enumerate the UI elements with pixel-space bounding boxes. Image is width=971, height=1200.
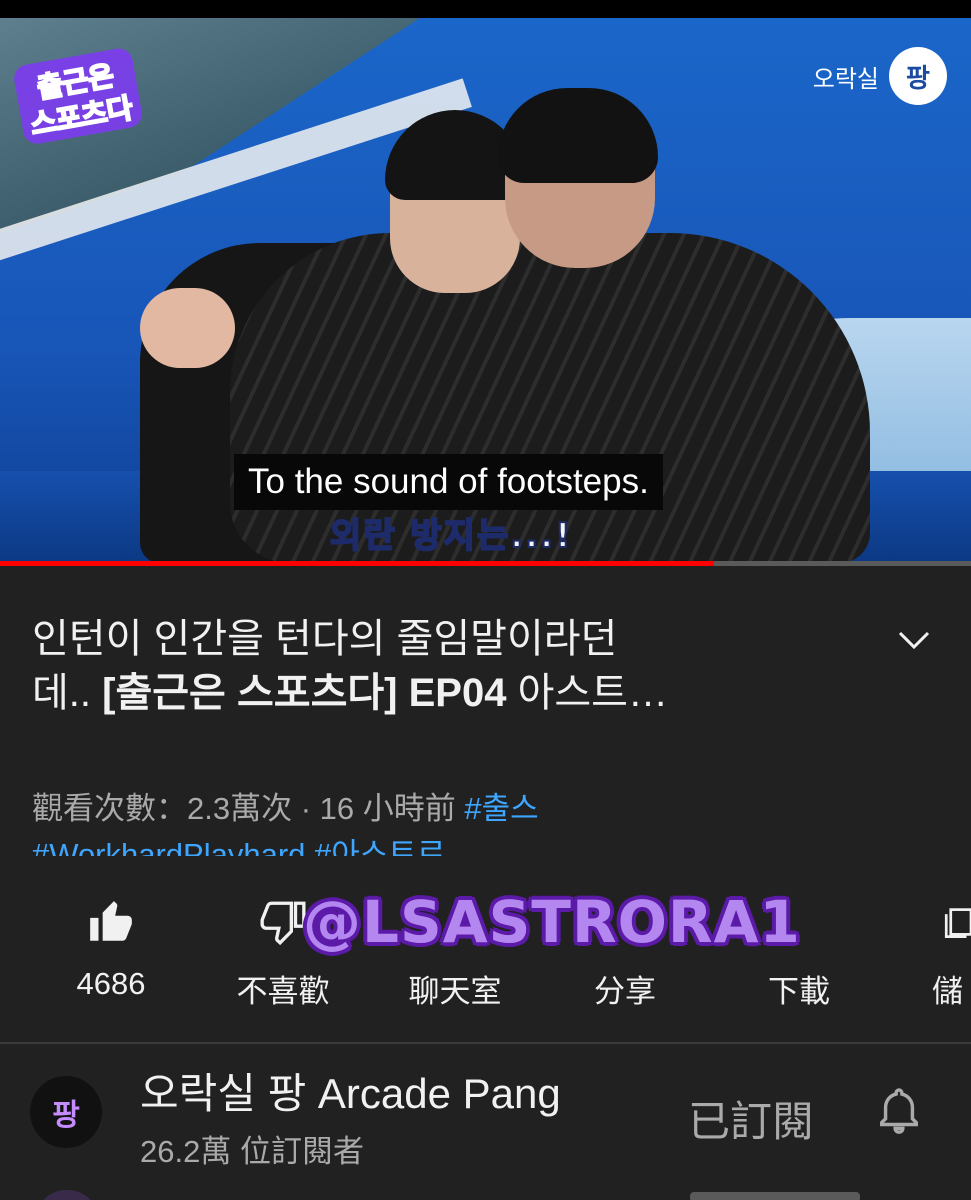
download-label: 下載 — [768, 974, 830, 1009]
video-title-line2-bold: [출근은 스포츠다] EP04 — [102, 671, 507, 715]
share-label: 分享 — [594, 974, 656, 1009]
like-button[interactable]: 4686 — [26, 892, 196, 1002]
subscriber-count: 26.2萬 位訂閱者 — [140, 1134, 364, 1169]
thumbs-up-icon — [90, 901, 132, 941]
channel-row[interactable]: 팡 오락실 팡 Arcade Pang 26.2萬 位訂閱者 已訂閱 — [0, 1046, 971, 1176]
watermark-overlay: @LSASTRORA1 — [303, 888, 801, 956]
like-count: 4686 — [76, 966, 146, 1001]
hashtag-1[interactable]: #출스 — [464, 791, 538, 826]
chat-label: 聊天室 — [408, 974, 502, 1009]
subscribed-button[interactable]: 已訂閱 — [688, 1088, 814, 1149]
next-item-avatar — [36, 1190, 98, 1200]
meta-separator: · — [292, 791, 320, 826]
save-label: 儲 — [932, 974, 963, 1009]
video-progress-bar[interactable] — [0, 561, 971, 566]
video-title-line1: 인턴이 인간을 턴다의 줄임말이라던 — [32, 617, 618, 661]
person-right-hair — [498, 88, 658, 183]
channel-avatar[interactable]: 팡 — [30, 1076, 102, 1148]
video-player[interactable]: 출근은 스포츠다 오락실 팡 외란 방지는...! To the sound o… — [0, 18, 971, 561]
clasped-hands — [140, 288, 235, 368]
next-item-peek — [0, 1180, 971, 1200]
video-title-line2-suffix: 아스트… — [506, 671, 668, 715]
video-title-line2-prefix: 데.. — [32, 671, 103, 715]
brand-logo-text: 오락실 — [812, 65, 879, 93]
burned-in-subtitle: 외란 방지는...! — [329, 515, 573, 557]
hashtag-3[interactable]: #아스트로 — [314, 837, 445, 856]
thumbs-down-icon — [260, 901, 306, 946]
video-progress-fill — [0, 561, 714, 566]
next-item-text — [690, 1192, 860, 1200]
upload-age: 16 小時前 — [319, 791, 456, 826]
hashtag-2[interactable]: #WorkhardPlayhard — [32, 837, 305, 856]
chevron-down-icon[interactable] — [894, 620, 934, 660]
status-bar — [0, 0, 971, 18]
show-logo: 출근은 스포츠다 — [14, 48, 142, 144]
brand-logo-mark: 팡 — [889, 47, 947, 105]
dislike-label: 不喜歡 — [236, 974, 330, 1009]
video-title[interactable]: 인턴이 인간을 턴다의 줄임말이라던 데.. [출근은 스포츠다] EP04 아… — [32, 612, 872, 720]
brand-logo: 오락실 팡 — [813, 46, 947, 106]
save-button[interactable]: 儲 — [886, 892, 971, 1011]
divider — [0, 1042, 971, 1044]
view-count: 觀看次數：2.3萬次 — [32, 791, 293, 826]
channel-name[interactable]: 오락실 팡 Arcade Pang — [140, 1060, 561, 1121]
closed-caption: To the sound of footsteps. — [234, 454, 663, 510]
video-meta: 觀看次數：2.3萬次 · 16 小時前 #출스 #WorkhardPlayhar… — [32, 786, 932, 856]
save-to-playlist-icon — [944, 908, 971, 938]
bell-icon[interactable] — [876, 1086, 922, 1140]
